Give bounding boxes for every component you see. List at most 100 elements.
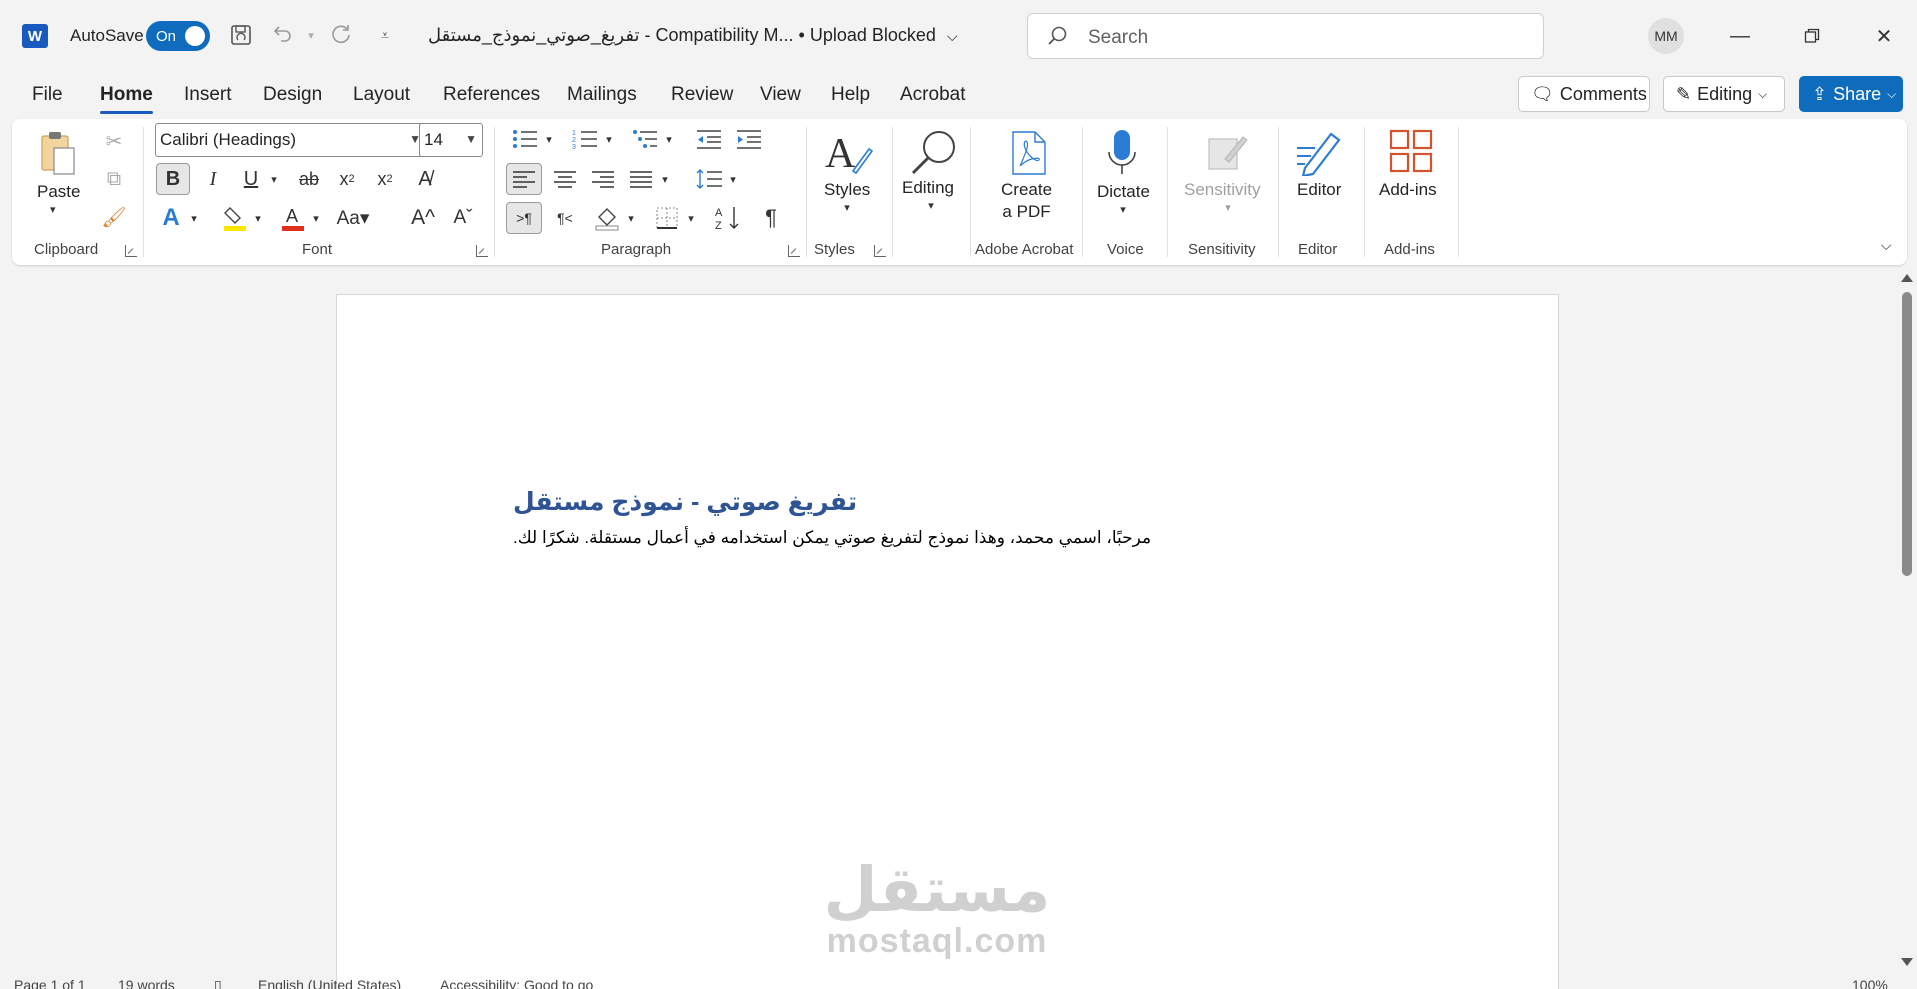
- tab-insert[interactable]: Insert: [184, 84, 232, 106]
- grow-font-icon[interactable]: A^: [408, 201, 438, 235]
- styles-dropdown-icon[interactable]: ▾: [840, 201, 854, 214]
- share-button[interactable]: ⇪ Share ⌵: [1799, 76, 1903, 112]
- tab-layout[interactable]: Layout: [353, 84, 410, 106]
- clear-formatting-icon[interactable]: A̸: [410, 163, 440, 195]
- borders-icon[interactable]: [652, 202, 682, 234]
- styles-button[interactable]: Styles: [824, 180, 870, 200]
- document-page[interactable]: تفريغ صوتي - نموذج مستقل مرحبًا، اسمي مح…: [336, 294, 1559, 989]
- bold-icon[interactable]: B: [156, 163, 190, 195]
- text-effects-icon[interactable]: A: [156, 201, 186, 235]
- tab-references[interactable]: References: [443, 84, 540, 106]
- underline-icon[interactable]: U: [236, 163, 266, 195]
- superscript-icon[interactable]: x2: [370, 163, 400, 195]
- font-launcher-icon[interactable]: [476, 245, 488, 257]
- editing-button[interactable]: Editing: [902, 178, 954, 198]
- sort-icon[interactable]: AZ: [712, 202, 744, 234]
- undo-dropdown-icon[interactable]: ▾: [296, 20, 326, 50]
- bullets-dropdown-icon[interactable]: ▾: [542, 123, 556, 155]
- close-icon[interactable]: ✕: [1864, 18, 1904, 54]
- editor-icon[interactable]: [1294, 127, 1346, 177]
- avatar[interactable]: MM: [1648, 18, 1684, 54]
- editing-dropdown-icon[interactable]: ▾: [924, 199, 938, 212]
- styles-launcher-icon[interactable]: [874, 245, 886, 257]
- find-icon[interactable]: [906, 127, 960, 179]
- paste-dropdown-icon[interactable]: ▾: [50, 203, 56, 216]
- numbering-icon[interactable]: 123: [568, 123, 602, 155]
- search-box[interactable]: Search: [1027, 13, 1544, 59]
- numbering-dropdown-icon[interactable]: ▾: [602, 123, 616, 155]
- add-ins-icon[interactable]: [1388, 127, 1434, 175]
- customize-qat-icon[interactable]: ⩡: [370, 20, 400, 50]
- paste-icon[interactable]: [38, 129, 78, 179]
- align-right-icon[interactable]: [586, 163, 620, 195]
- document-body-text[interactable]: مرحبًا، اسمي محمد، وهذا نموذج لتفريغ صوت…: [513, 528, 1151, 548]
- shading-icon[interactable]: [592, 202, 622, 234]
- status-page-info[interactable]: Page 1 of 1: [14, 977, 86, 989]
- status-proofing-icon[interactable]: ▯: [214, 977, 222, 989]
- font-color-icon[interactable]: A: [278, 201, 308, 235]
- align-left-icon[interactable]: [506, 163, 542, 195]
- status-accessibility[interactable]: Accessibility: Good to go: [440, 977, 593, 989]
- redo-icon[interactable]: [326, 20, 356, 50]
- undo-icon[interactable]: [268, 20, 298, 50]
- line-spacing-icon[interactable]: [692, 163, 726, 195]
- cut-icon[interactable]: ✂: [100, 127, 128, 155]
- save-icon[interactable]: [226, 20, 256, 50]
- text-effects-dropdown-icon[interactable]: ▾: [186, 201, 202, 235]
- increase-indent-icon[interactable]: [732, 123, 766, 155]
- status-language[interactable]: English (United States): [258, 977, 401, 989]
- decrease-indent-icon[interactable]: [692, 123, 726, 155]
- show-formatting-marks-icon[interactable]: ¶: [756, 202, 786, 234]
- font-size-select[interactable]: 14 ▼: [419, 123, 483, 157]
- multilevel-dropdown-icon[interactable]: ▾: [662, 123, 676, 155]
- change-case-icon[interactable]: Aa▾: [334, 201, 372, 235]
- scroll-up-icon[interactable]: [1901, 274, 1913, 282]
- justify-dropdown-icon[interactable]: ▾: [658, 163, 672, 195]
- dictate-button[interactable]: Dictate: [1097, 182, 1150, 202]
- collapse-ribbon-icon[interactable]: ⌵: [1876, 235, 1896, 255]
- scroll-thumb[interactable]: [1902, 292, 1912, 576]
- document-title[interactable]: تفريغ_صوتي_نموذج_مستقل - Compatibility M…: [428, 25, 958, 46]
- clipboard-launcher-icon[interactable]: [125, 245, 137, 257]
- tab-view[interactable]: View: [760, 84, 801, 106]
- format-painter-icon[interactable]: 🖌: [100, 203, 128, 231]
- paragraph-launcher-icon[interactable]: [788, 245, 800, 257]
- styles-icon[interactable]: A: [822, 127, 874, 177]
- editing-mode-button[interactable]: ✎ Editing ⌵: [1663, 76, 1785, 112]
- status-word-count[interactable]: 19 words: [118, 977, 175, 989]
- underline-dropdown-icon[interactable]: ▾: [266, 163, 282, 195]
- tab-file[interactable]: File: [32, 84, 63, 106]
- tab-design[interactable]: Design: [263, 84, 322, 106]
- microphone-icon[interactable]: [1102, 127, 1142, 179]
- highlight-color-icon[interactable]: [220, 201, 250, 235]
- shrink-font-icon[interactable]: Aˇ: [448, 201, 478, 235]
- scroll-down-icon[interactable]: [1901, 958, 1913, 966]
- status-zoom[interactable]: 100%: [1852, 977, 1888, 989]
- italic-icon[interactable]: I: [198, 163, 228, 195]
- justify-icon[interactable]: [624, 163, 658, 195]
- borders-dropdown-icon[interactable]: ▾: [684, 202, 698, 234]
- font-color-dropdown-icon[interactable]: ▾: [308, 201, 324, 235]
- search-input[interactable]: Search: [1088, 27, 1148, 49]
- align-center-icon[interactable]: [548, 163, 582, 195]
- restore-icon[interactable]: [1792, 18, 1832, 54]
- autosave-toggle[interactable]: On: [146, 21, 210, 51]
- tab-review[interactable]: Review: [671, 84, 733, 106]
- minimize-icon[interactable]: —: [1720, 18, 1760, 54]
- create-pdf-icon[interactable]: [1008, 129, 1050, 177]
- tab-acrobat[interactable]: Acrobat: [900, 84, 965, 106]
- tab-mailings[interactable]: Mailings: [567, 84, 637, 106]
- highlight-dropdown-icon[interactable]: ▾: [250, 201, 266, 235]
- strikethrough-icon[interactable]: ab: [294, 163, 324, 195]
- editor-button[interactable]: Editor: [1297, 180, 1341, 200]
- font-name-select[interactable]: Calibri (Headings) ▼: [155, 123, 427, 157]
- tab-home[interactable]: Home: [100, 84, 153, 114]
- tab-help[interactable]: Help: [831, 84, 870, 106]
- create-pdf-button[interactable]: Create a PDF: [1001, 180, 1052, 222]
- bullets-icon[interactable]: [508, 123, 542, 155]
- rtl-direction-icon[interactable]: ¶<: [548, 202, 582, 234]
- multilevel-list-icon[interactable]: [628, 123, 662, 155]
- dictate-dropdown-icon[interactable]: ▾: [1116, 203, 1130, 216]
- ltr-direction-icon[interactable]: >¶: [506, 202, 542, 234]
- copy-icon[interactable]: ⧉: [100, 165, 128, 193]
